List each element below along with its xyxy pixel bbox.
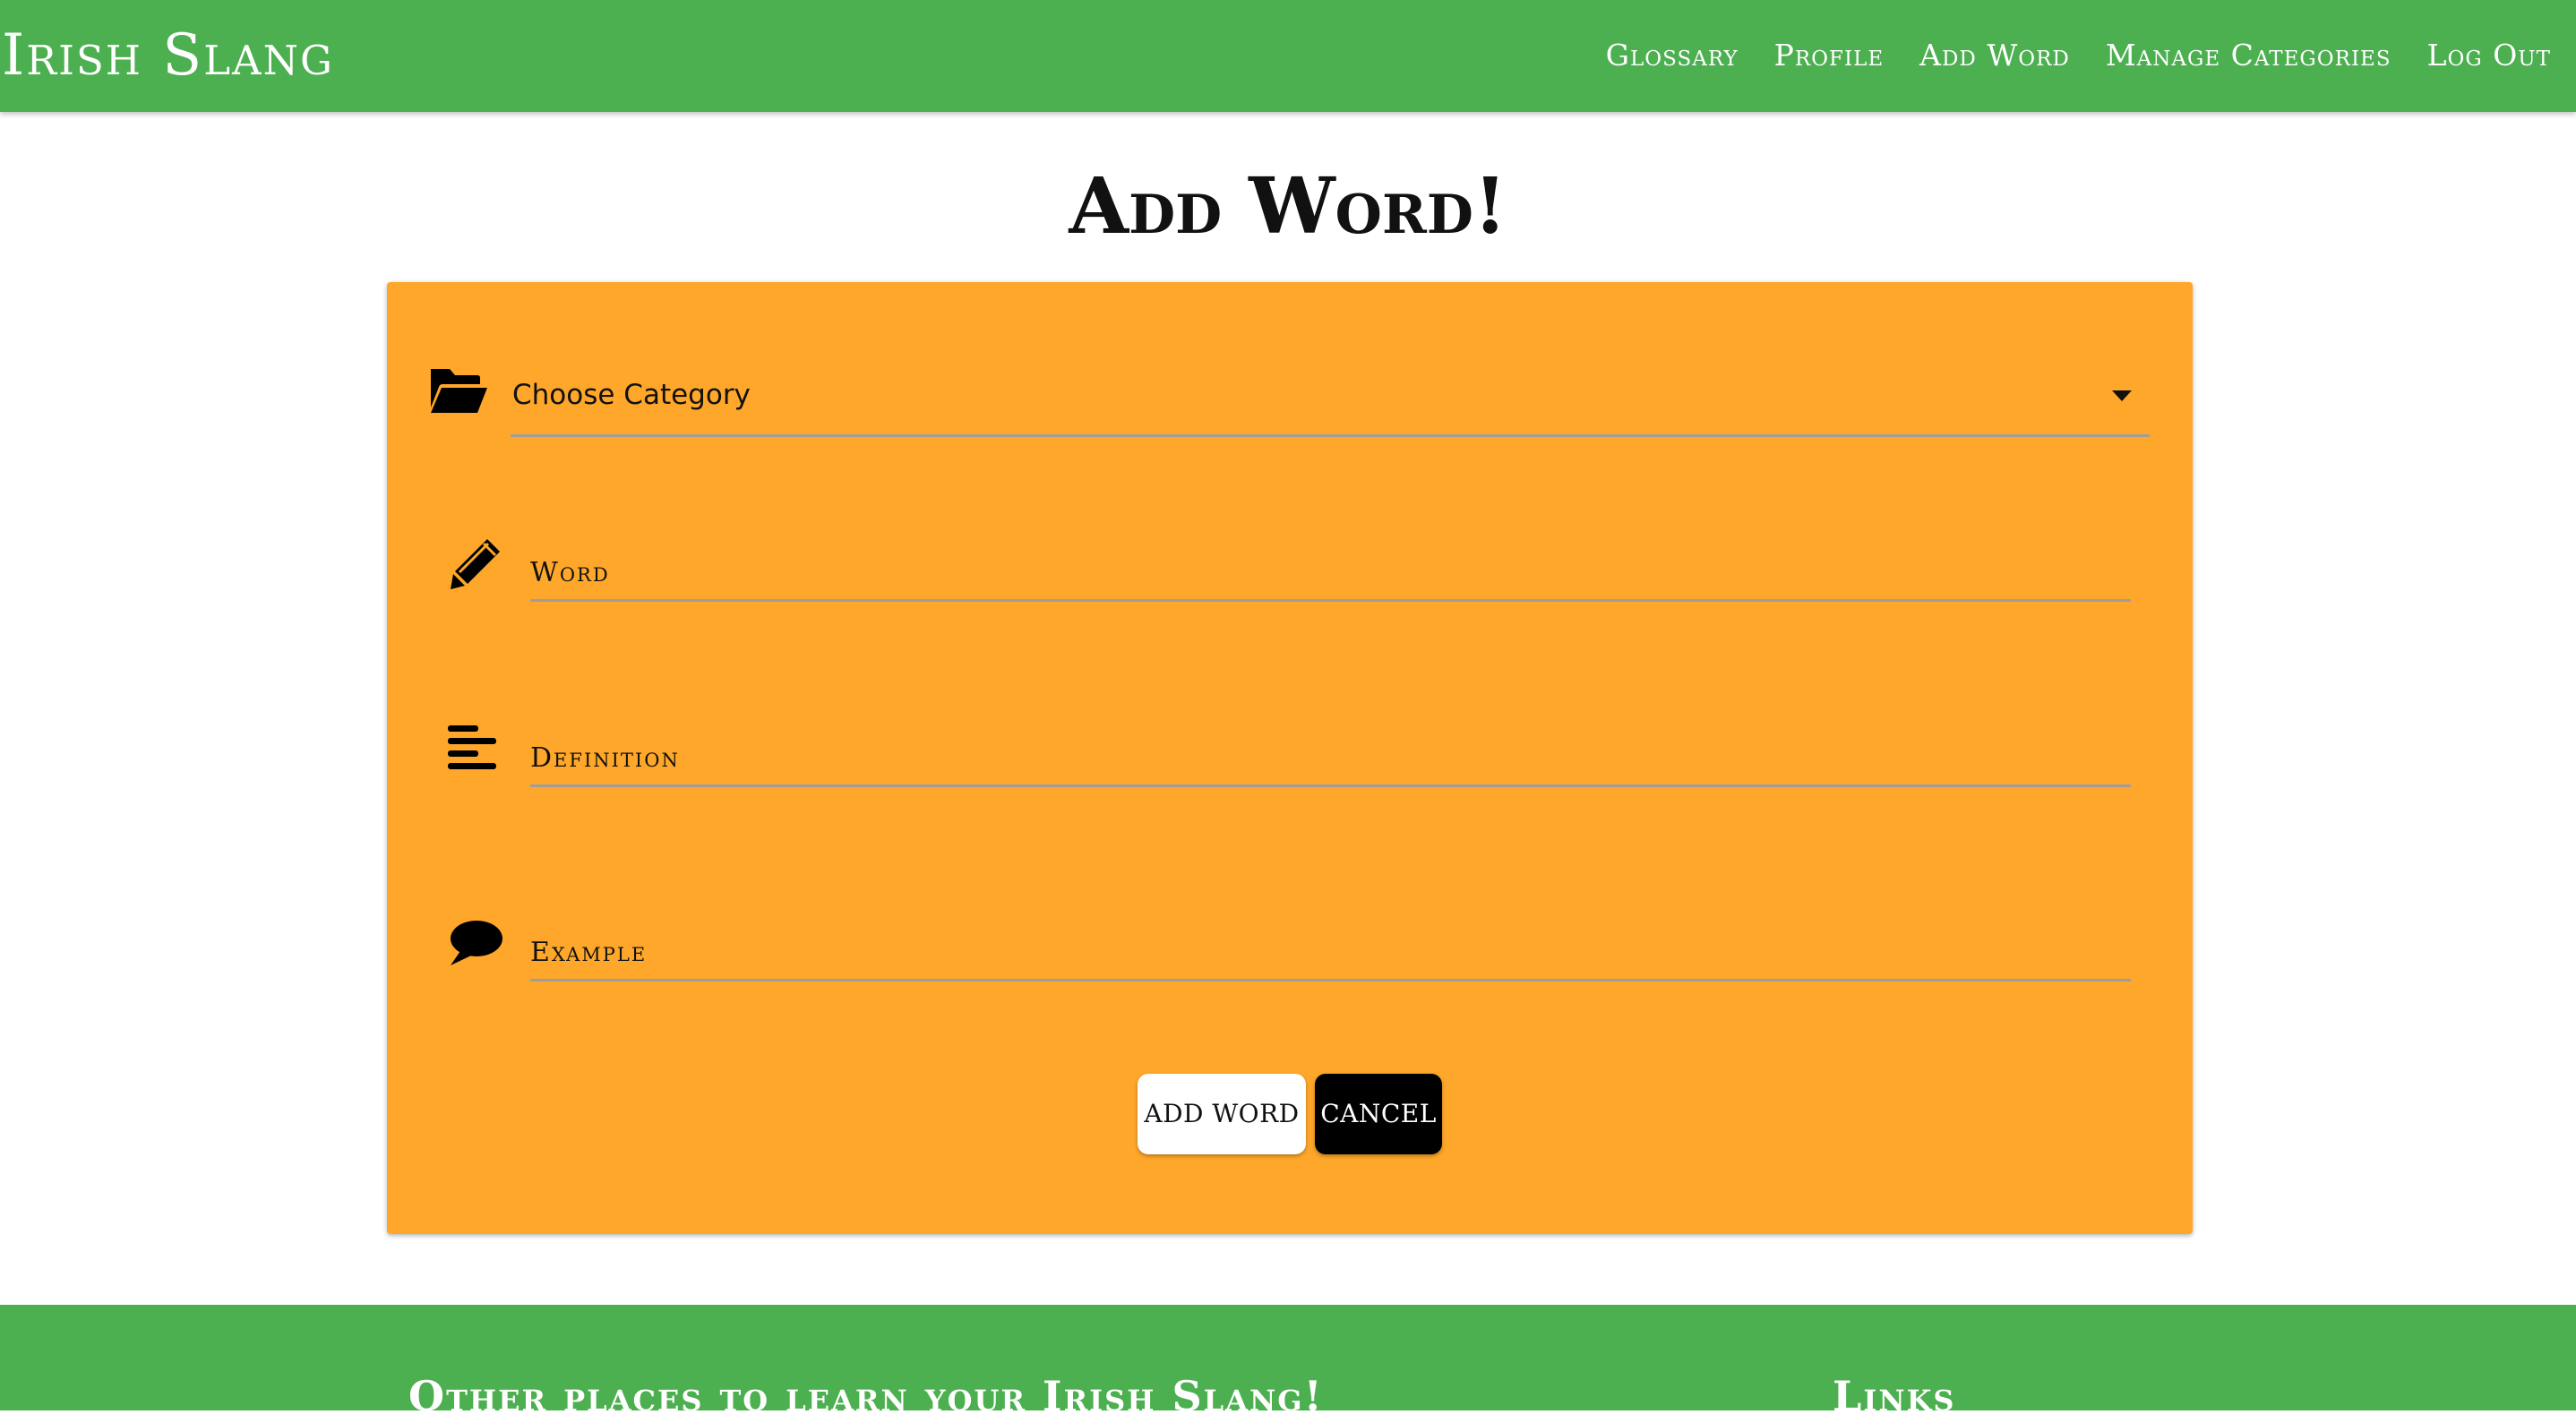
page-title: Add Word! bbox=[1069, 161, 1507, 252]
pencil-icon bbox=[448, 536, 503, 591]
definition-input[interactable] bbox=[530, 728, 2131, 782]
comment-icon bbox=[448, 919, 503, 967]
definition-field[interactable]: Definition bbox=[530, 716, 2131, 787]
example-input[interactable] bbox=[530, 922, 2131, 976]
folder-open-icon bbox=[428, 366, 489, 416]
cancel-button[interactable]: CANCEL bbox=[1315, 1074, 1442, 1154]
word-input[interactable] bbox=[530, 543, 2131, 596]
page-footer: Other places to learn your Irish Slang! … bbox=[0, 1305, 2576, 1420]
nav-link-glossary[interactable]: Glossary bbox=[1606, 30, 1739, 81]
nav-link-add-word[interactable]: Add Word bbox=[1919, 30, 2070, 81]
category-select[interactable]: Choose Category bbox=[511, 369, 2150, 437]
word-field[interactable]: Word bbox=[530, 530, 2131, 602]
example-field[interactable]: Example bbox=[530, 910, 2131, 982]
nav-link-profile[interactable]: Profile bbox=[1774, 30, 1884, 81]
nav-links: Glossary Profile Add Word Manage Categor… bbox=[1606, 30, 2551, 81]
top-navbar: Irish Slang Glossary Profile Add Word Ma… bbox=[0, 0, 2576, 112]
add-word-form-card: Choose Category Word Definition Example … bbox=[387, 282, 2193, 1234]
brand-logo-link[interactable]: Irish Slang bbox=[2, 20, 334, 91]
footer-learn-heading: Other places to learn your Irish Slang! bbox=[408, 1372, 1324, 1420]
add-word-button[interactable]: ADD WORD bbox=[1138, 1074, 1306, 1154]
caret-down-icon bbox=[2112, 390, 2132, 401]
nav-link-manage-categories[interactable]: Manage Categories bbox=[2106, 30, 2391, 81]
footer-links-heading: Links bbox=[1833, 1372, 1956, 1420]
category-select-value: Choose Category bbox=[512, 379, 751, 411]
align-left-icon bbox=[448, 725, 498, 772]
nav-link-log-out[interactable]: Log Out bbox=[2427, 30, 2551, 81]
